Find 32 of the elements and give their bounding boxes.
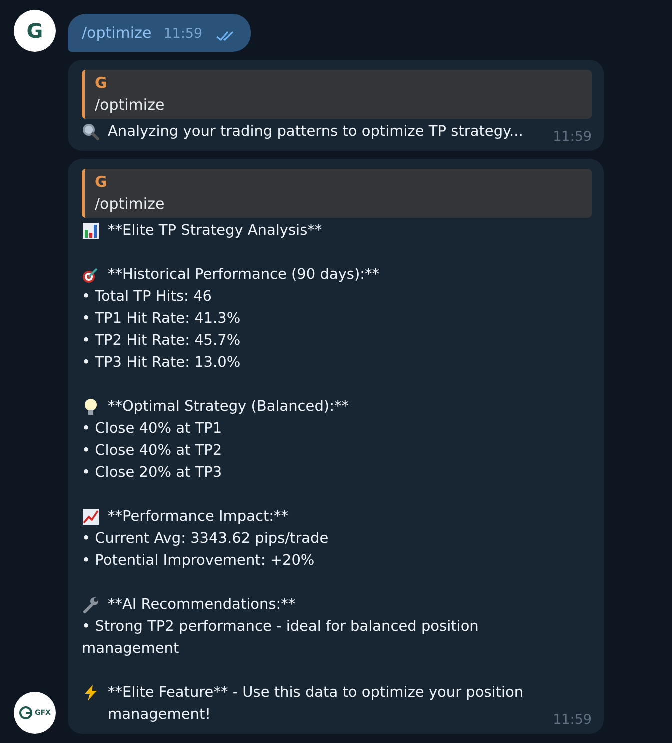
- wrench-icon: [82, 596, 100, 614]
- bar-chart-icon: [82, 222, 100, 240]
- message-text: • TP3 Hit Rate: 13.0%: [82, 354, 241, 373]
- message-time: 11:59: [553, 712, 592, 728]
- message-text: • TP1 Hit Rate: 41.3%: [82, 310, 241, 329]
- message-text: • Close 40% at TP2: [82, 442, 222, 461]
- message-text: **Performance Impact:**: [108, 508, 289, 527]
- reply-quote[interactable]: G /optimize: [82, 169, 592, 218]
- light-bulb-icon: [82, 398, 100, 416]
- message-text: **AI Recommendations:**: [108, 596, 296, 615]
- message-text: • TP2 Hit Rate: 45.7%: [82, 332, 241, 351]
- message-text: /optimize: [82, 24, 152, 42]
- reply-quote[interactable]: G /optimize: [82, 70, 592, 119]
- magnifier-icon: [82, 123, 100, 141]
- lightning-icon: [82, 684, 100, 702]
- message-time: 11:59: [164, 26, 203, 42]
- message-text: **Elite TP Strategy Analysis**: [108, 222, 322, 241]
- message-text: • Close 40% at TP1: [82, 420, 222, 439]
- message-text: • Total TP Hits: 46: [82, 288, 212, 307]
- message-text: **Historical Performance (90 days):**: [108, 266, 380, 285]
- message-text: • Close 20% at TP3: [82, 464, 222, 483]
- logo-icon: [19, 706, 34, 720]
- line-chart-icon: [82, 508, 100, 526]
- message-text: • Potential Improvement: +20%: [82, 552, 315, 571]
- message-text: • Current Avg: 3343.62 pips/trade: [82, 530, 329, 549]
- message-time: 11:59: [553, 129, 592, 145]
- avatar[interactable]: G: [14, 10, 56, 52]
- message-text: • Strong TP2 performance - ideal for balanced position management: [82, 618, 480, 659]
- message-text: Analyzing your trading patterns to optimize TP strategy...: [108, 123, 524, 142]
- target-dart-icon: [82, 266, 100, 284]
- message-text: **Optimal Strategy (Balanced):**: [108, 398, 349, 417]
- message-text: **Elite Feature** - Use this data to optimize your position management!: [108, 684, 525, 725]
